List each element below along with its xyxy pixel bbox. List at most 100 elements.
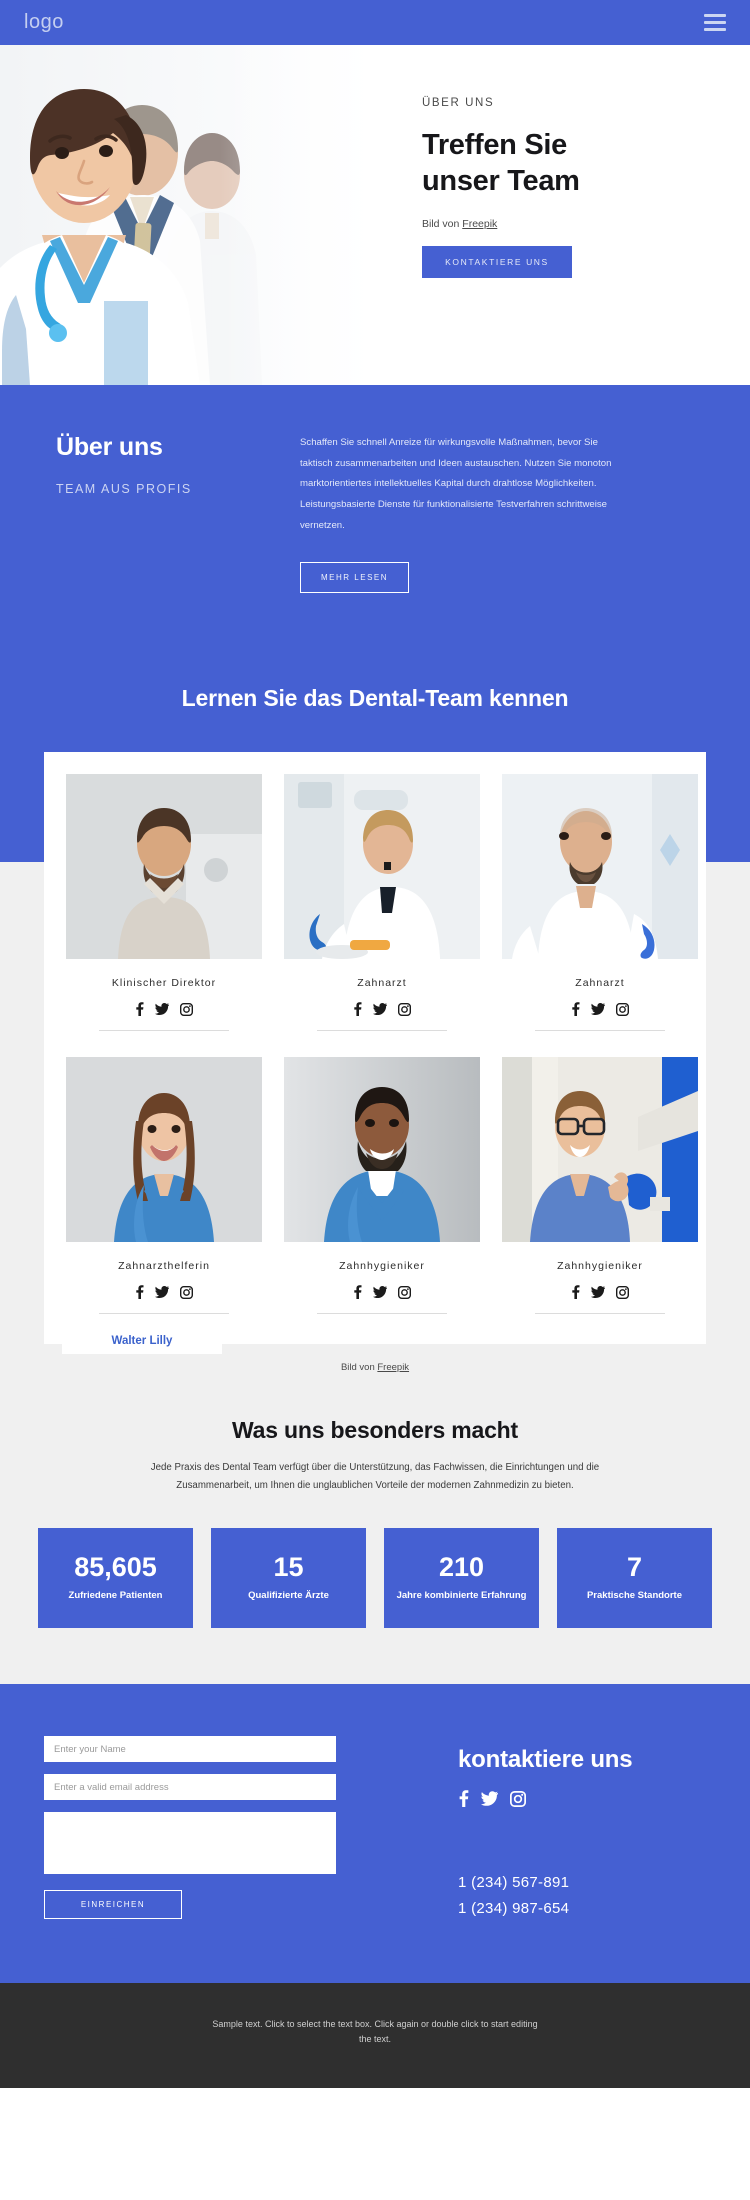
credit-prefix: Bild von [340, 1362, 378, 1374]
facebook-icon[interactable] [353, 1285, 362, 1300]
phone-number-1[interactable]: 1 (234) 567-891 [458, 1870, 632, 1896]
contact-social-links [458, 1790, 632, 1812]
submit-button[interactable]: EINREICHEN [44, 1890, 182, 1920]
instagram-icon[interactable] [616, 1285, 629, 1299]
twitter-icon[interactable] [373, 1286, 387, 1299]
member-social-links [66, 1285, 262, 1300]
member-role: Zahnarzt [575, 977, 625, 990]
member-info: Zahnarzt [284, 959, 480, 1032]
hero-section: ÜBER UNS Treffen Sie unser Team Bild von… [0, 45, 750, 385]
member-divider [535, 1030, 665, 1032]
stats-section: Was uns besonders macht Jede Praxis des … [0, 1373, 750, 1685]
site-logo[interactable]: logo [24, 11, 64, 34]
member-photo [284, 1057, 480, 1243]
team-row-2: Jennie Roberts Zahnarzthelferin [62, 1057, 698, 1355]
contact-info: kontaktiere uns 1 (234) 567-891 1 (234) … [344, 1736, 633, 1923]
instagram-icon[interactable] [509, 1790, 527, 1812]
hero-team-photo [0, 45, 400, 385]
stats-description: Jede Praxis des Dental Team verfügt über… [150, 1462, 600, 1491]
facebook-icon[interactable] [571, 1002, 580, 1017]
stat-card: 7 Praktische Standorte [557, 1528, 712, 1629]
team-cards-container: Peter Howard Klinischer Direktor [44, 752, 706, 1355]
twitter-icon[interactable] [591, 1003, 605, 1016]
phone-number-2[interactable]: 1 (234) 987-654 [458, 1896, 632, 1922]
stat-label: Zufriedene Patienten [68, 1589, 163, 1601]
hamburger-bar [704, 21, 726, 24]
about-heading: Über uns [56, 433, 163, 461]
member-social-links [284, 1285, 480, 1300]
stat-card: 15 Qualifizierte Ärzte [211, 1528, 366, 1629]
stat-value: 85,605 [74, 1552, 157, 1583]
hero-copy: ÜBER UNS Treffen Sie unser Team Bild von… [422, 97, 722, 278]
stat-label: Jahre kombinierte Erfahrung [396, 1589, 527, 1601]
hamburger-menu-icon[interactable] [704, 14, 726, 31]
team-member-card[interactable]: Peter Howard Klinischer Direktor [62, 774, 262, 1355]
credit-link-freepik[interactable]: Freepik [462, 218, 497, 230]
facebook-icon[interactable] [571, 1285, 580, 1300]
facebook-icon[interactable] [353, 1002, 362, 1017]
member-info: Zahnhygieniker [502, 1242, 698, 1315]
team-image-credit: Bild von Freepik [0, 1344, 750, 1373]
site-header: logo [0, 0, 750, 45]
instagram-icon[interactable] [180, 1002, 193, 1016]
facebook-icon[interactable] [135, 1002, 144, 1017]
stat-card: 210 Jahre kombinierte Erfahrung [384, 1528, 539, 1629]
instagram-icon[interactable] [398, 1285, 411, 1299]
hero-title: Treffen Sie unser Team [422, 127, 722, 200]
site-footer: Sample text. Click to select the text bo… [0, 1982, 750, 2089]
member-photo [66, 1057, 262, 1243]
facebook-icon[interactable] [458, 1790, 469, 1812]
facebook-icon[interactable] [135, 1285, 144, 1300]
team-heading: Lernen Sie das Dental-Team kennen [181, 685, 569, 712]
about-left-column: Über uns TEAM AUS PROFIS [0, 433, 300, 593]
contact-section: EINREICHEN kontaktiere uns 1 (234) 567-8… [0, 1684, 750, 1983]
about-read-more-button[interactable]: MEHR LESEN [300, 562, 410, 594]
member-info: Zahnarzt [502, 959, 698, 1032]
hero-contact-button[interactable]: KONTAKTIERE UNS [422, 245, 572, 278]
member-social-links [66, 1002, 262, 1017]
twitter-icon[interactable] [481, 1791, 499, 1811]
contact-form: EINREICHEN [44, 1736, 344, 1923]
instagram-icon[interactable] [180, 1285, 193, 1299]
team-section: Lernen Sie das Dental-Team kennen Klinis… [0, 657, 750, 1374]
team-member-card[interactable]: Jonh Parker Zahnhygieniker [62, 1057, 480, 1355]
instagram-icon[interactable] [616, 1002, 629, 1016]
member-divider [317, 1030, 447, 1032]
twitter-icon[interactable] [155, 1003, 169, 1016]
contact-heading: kontaktiere uns [458, 1746, 633, 1774]
twitter-icon[interactable] [155, 1286, 169, 1299]
hero-image-credit: Bild von Freepik [422, 218, 722, 230]
member-divider [99, 1030, 229, 1032]
twitter-icon[interactable] [373, 1003, 387, 1016]
member-info: Klinischer Direktor [66, 959, 262, 1032]
credit-link-freepik[interactable]: Freepik [377, 1362, 409, 1373]
member-social-links [502, 1285, 698, 1300]
stats-heading: Was uns besonders macht [232, 1417, 518, 1444]
footer-text[interactable]: Sample text. Click to select the text bo… [210, 2017, 540, 2049]
member-social-links [502, 1002, 698, 1017]
stats-row: 85,605 Zufriedene Patienten 15 Qualifizi… [0, 1528, 750, 1629]
stat-card: 85,605 Zufriedene Patienten [38, 1528, 193, 1629]
hero-eyebrow: ÜBER UNS [422, 97, 495, 109]
member-photo [502, 1057, 698, 1243]
member-role: Zahnarzt [357, 977, 407, 990]
hamburger-bar [704, 28, 726, 31]
team-member-card[interactable]: Walter Lilly Zahnhygieniker [62, 1057, 698, 1355]
name-input[interactable] [44, 1736, 336, 1763]
team-member-card[interactable]: Nat Reynolds Zahnarzt [62, 774, 698, 1355]
about-subheading: TEAM AUS PROFIS [56, 482, 192, 496]
team-member-card[interactable]: James Oliver Zahnarzt [62, 774, 480, 1355]
message-textarea[interactable] [44, 1812, 336, 1875]
team-member-card[interactable]: Jennie Roberts Zahnarzthelferin [62, 1057, 262, 1355]
member-info: Zahnarzthelferin [66, 1242, 262, 1315]
instagram-icon[interactable] [398, 1002, 411, 1016]
email-input[interactable] [44, 1774, 336, 1801]
twitter-icon[interactable] [591, 1286, 605, 1299]
about-section: Über uns TEAM AUS PROFIS Schaffen Sie sc… [0, 385, 750, 658]
member-social-links [284, 1002, 480, 1017]
stat-label: Praktische Standorte [586, 1589, 683, 1601]
member-role: Zahnarzthelferin [118, 1260, 210, 1273]
member-divider [535, 1313, 665, 1315]
member-photo [284, 774, 480, 960]
hero-title-line-1: Treffen Sie [422, 129, 567, 161]
